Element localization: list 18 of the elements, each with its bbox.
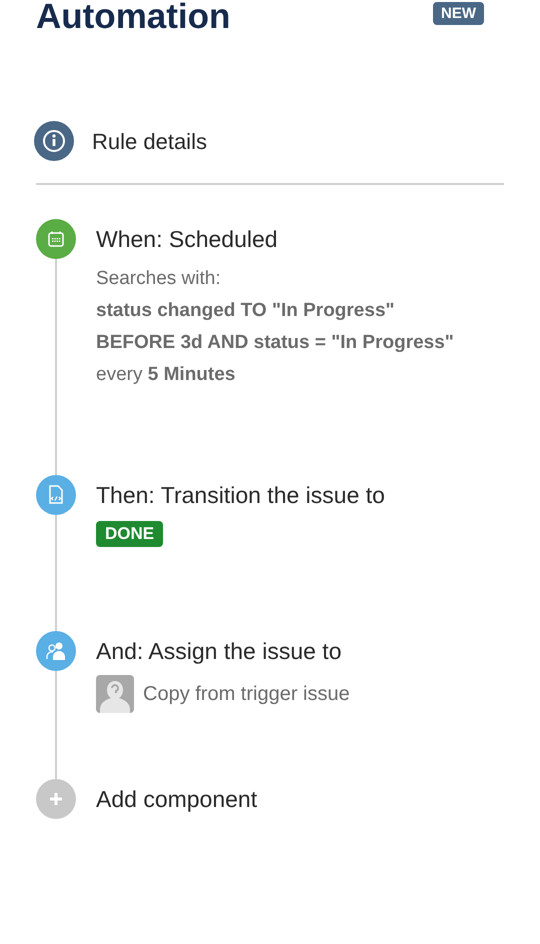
calendar-icon	[47, 230, 65, 248]
info-icon	[34, 121, 74, 161]
avatar-icon	[96, 675, 134, 713]
step-title[interactable]: When: Scheduled	[96, 225, 468, 253]
plus-icon	[49, 792, 63, 806]
schedule-text: every 5 Minutes	[96, 363, 236, 387]
rule-details-link[interactable]: Rule details	[92, 124, 207, 158]
page-title: Automation	[36, 0, 230, 38]
document-icon	[47, 485, 65, 505]
searches-label: Searches with:	[96, 267, 222, 291]
assignee-text: Copy from trigger issue	[143, 682, 350, 707]
status-lozenge: DONE	[96, 521, 164, 547]
new-badge: NEW	[433, 2, 484, 25]
step-title[interactable]: And: Assign the issue to	[96, 637, 350, 665]
step-title[interactable]: Add component	[96, 785, 258, 813]
people-icon	[45, 641, 67, 661]
search-query: status changed TO "In Progress" BEFORE 3d AND status = "In Progress"	[96, 299, 455, 355]
step-title[interactable]: Then: Transition the issue to	[96, 481, 385, 509]
